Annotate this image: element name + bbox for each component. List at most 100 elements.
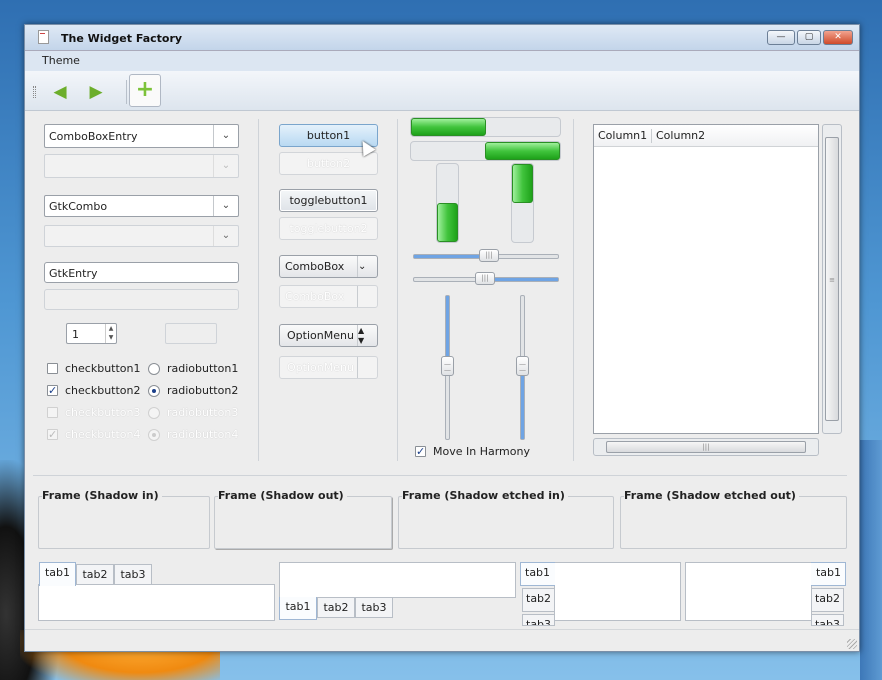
chevron-down-icon: ⌄ [213, 155, 238, 177]
checkbutton2-label[interactable]: checkbutton2 [65, 384, 141, 397]
tab-tab1[interactable]: tab1 [279, 597, 317, 620]
progressbar-vertical-2 [511, 163, 534, 243]
menu-theme[interactable]: Theme [42, 54, 80, 67]
back-arrow-icon[interactable]: ◀ [45, 79, 75, 105]
column1-header[interactable]: Column1 [594, 125, 652, 147]
combobox-label: ComboBox [285, 260, 345, 273]
comboboxentry-disabled: ⌄ [44, 154, 239, 178]
frame-shadow-etched-in [398, 496, 614, 549]
column-separator [573, 119, 574, 461]
toolbar: ◀ ▶ + [25, 71, 859, 111]
tab-tab2[interactable]: tab2 [76, 564, 114, 585]
radiobutton2-circle[interactable] [148, 385, 160, 397]
checkbutton1-box[interactable] [47, 363, 58, 374]
notebook-top-page [38, 584, 275, 621]
frame-shadow-etched-out [620, 496, 847, 549]
frame-shadow-etched-out-label: Frame (Shadow etched out) [624, 489, 799, 502]
tab-tab3[interactable]: tab3 [522, 614, 555, 626]
toolbar-grip[interactable] [33, 86, 36, 98]
spin-button[interactable]: 1 ▲ ▼ [66, 323, 117, 344]
optionmenu[interactable]: OptionMenu ▲ ▼ [279, 324, 378, 347]
progress-fill [411, 118, 486, 136]
spin-arrows-icon[interactable]: ▲ ▼ [105, 324, 116, 343]
notebook-left-page [554, 562, 681, 621]
menu-bar: Theme [25, 51, 859, 71]
close-button[interactable]: ✕ [823, 30, 853, 45]
frame-shadow-out [214, 496, 392, 549]
vertical-scroll-thumb[interactable]: ≡ [825, 137, 839, 421]
column-separator [258, 119, 259, 461]
tab-tab1[interactable]: tab1 [39, 562, 76, 586]
tab-tab2[interactable]: tab2 [522, 588, 555, 612]
combobox[interactable]: ComboBox ⌄ [279, 255, 378, 278]
horizontal-separator [33, 475, 847, 476]
toolbar-separator [126, 80, 127, 104]
gtkentry[interactable]: GtkEntry [44, 262, 239, 283]
vscale-1-handle[interactable]: — — [441, 356, 454, 376]
scale-fill [414, 255, 489, 258]
notebook-right-page [685, 562, 812, 621]
radiobutton3-circle [148, 407, 160, 419]
combobox-disabled-label: ComboBox [285, 290, 345, 303]
radiobutton1-label[interactable]: radiobutton1 [167, 362, 238, 375]
horizontal-scroll-thumb[interactable]: ||| [606, 441, 806, 453]
minimize-button[interactable]: — [767, 30, 795, 45]
widget-factory-window: The Widget Factory — ▢ ✕ Theme ◀ ▶ + Com… [24, 24, 860, 652]
comboboxentry-text: ComboBoxEntry [49, 130, 138, 143]
chevron-down-icon [357, 286, 377, 307]
radiobutton2-label[interactable]: radiobutton2 [167, 384, 238, 397]
togglebutton1[interactable]: togglebutton1 [279, 189, 378, 212]
notebook-bottom-page [279, 562, 516, 598]
chevron-down-icon[interactable]: ⌄ [213, 196, 238, 216]
progressbar-vertical-1 [436, 163, 459, 243]
move-in-harmony-label[interactable]: Move In Harmony [433, 445, 530, 458]
checkbutton1-label[interactable]: checkbutton1 [65, 362, 141, 375]
tree-horizontal-scrollbar[interactable]: ||| [593, 438, 819, 456]
gtkcombo[interactable]: GtkCombo ⌄ [44, 195, 239, 217]
tab-tab2[interactable]: tab2 [317, 597, 355, 618]
radiobutton4-circle [148, 429, 160, 441]
checkbutton3-box [47, 407, 58, 418]
frame-shadow-in-label: Frame (Shadow in) [42, 489, 162, 502]
hscale-2-handle[interactable]: ||| [475, 272, 495, 285]
column2-header[interactable]: Column2 [652, 125, 818, 147]
updown-icon: ▲ ▼ [357, 325, 377, 346]
frame-shadow-etched-in-label: Frame (Shadow etched in) [402, 489, 568, 502]
hscale-1-handle[interactable]: ||| [479, 249, 499, 262]
tab-tab1[interactable]: tab1 [520, 562, 555, 586]
title-bar[interactable]: The Widget Factory — ▢ ✕ [25, 25, 859, 51]
optionmenu-label: OptionMenu [287, 329, 354, 342]
forward-arrow-icon[interactable]: ▶ [81, 79, 111, 105]
maximize-button[interactable]: ▢ [797, 30, 821, 45]
progress-fill [512, 164, 533, 203]
add-icon[interactable]: + [129, 74, 161, 107]
tab-tab3[interactable]: tab3 [114, 564, 152, 585]
resize-grip-icon[interactable] [847, 639, 857, 649]
combobox-disabled: ComboBox [279, 285, 378, 308]
gtkcombo-text: GtkCombo [49, 200, 108, 213]
tab-tab3[interactable]: tab3 [355, 597, 393, 618]
checkbutton2-box[interactable]: ✓ [47, 385, 58, 396]
radiobutton1-circle[interactable] [148, 363, 160, 375]
updown-icon [357, 357, 377, 378]
vscale-2-handle[interactable]: — — [516, 356, 529, 376]
tab-tab2[interactable]: tab2 [811, 588, 844, 612]
status-bar [25, 629, 859, 651]
chevron-down-icon[interactable]: ⌄ [213, 125, 238, 147]
tab-tab3[interactable]: tab3 [811, 614, 844, 626]
move-in-harmony-check[interactable]: ✓ [415, 446, 426, 457]
tree-view[interactable]: Column1 Column2 [593, 124, 819, 434]
scale-fill [521, 368, 524, 439]
frame-shadow-out-label: Frame (Shadow out) [218, 489, 347, 502]
checkbutton3-label: checkbutton3 [65, 406, 141, 419]
chevron-down-icon: ⌄ [213, 226, 238, 246]
tab-tab1[interactable]: tab1 [811, 562, 846, 586]
gtkentry-text: GtkEntry [49, 267, 98, 280]
checkbutton4-box: ✓ [47, 428, 58, 441]
scale-fill [487, 278, 558, 281]
column-separator [397, 119, 398, 461]
window-title: The Widget Factory [61, 32, 183, 45]
checkbutton4-label: checkbutton4 [65, 428, 141, 441]
tree-vertical-scrollbar[interactable]: ≡ [822, 124, 842, 434]
comboboxentry[interactable]: ComboBoxEntry ⌄ [44, 124, 239, 148]
